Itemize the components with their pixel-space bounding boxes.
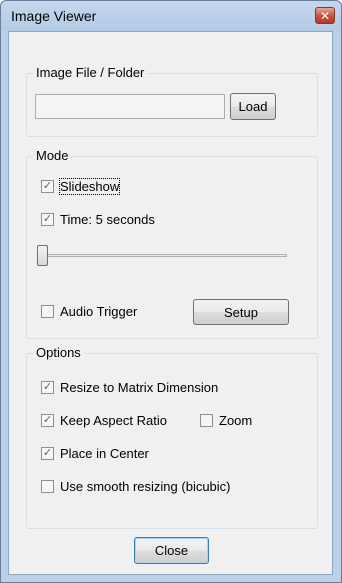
mode-group: Mode ✓ Slideshow ✓ Time: 5 seconds Audio…: [26, 148, 318, 339]
close-icon: ✕: [319, 8, 331, 23]
center-checkbox[interactable]: ✓: [41, 446, 54, 460]
audio-trigger-checkbox-row[interactable]: Audio Trigger: [41, 303, 137, 319]
time-checkbox[interactable]: ✓: [41, 212, 54, 226]
smooth-checkbox-row[interactable]: Use smooth resizing (bicubic): [41, 478, 231, 494]
image-viewer-window: Image Viewer ✕ Image File / Folder Load …: [0, 0, 342, 583]
smooth-label: Use smooth resizing (bicubic): [60, 478, 231, 494]
center-label: Place in Center: [60, 445, 149, 461]
options-group-label: Options: [33, 345, 84, 361]
image-file-group-label: Image File / Folder: [33, 65, 148, 81]
close-button[interactable]: Close: [134, 537, 209, 564]
keep-aspect-checkbox[interactable]: ✓: [41, 413, 54, 427]
center-checkbox-row[interactable]: ✓ Place in Center: [41, 445, 149, 461]
audio-trigger-checkbox[interactable]: [41, 304, 54, 318]
title-bar[interactable]: Image Viewer ✕: [1, 1, 341, 31]
time-slider-track[interactable]: [37, 254, 287, 257]
slideshow-checkbox[interactable]: ✓: [41, 179, 54, 193]
setup-button[interactable]: Setup: [193, 299, 289, 325]
keep-aspect-checkbox-row[interactable]: ✓ Keep Aspect Ratio: [41, 412, 167, 428]
keep-aspect-label: Keep Aspect Ratio: [60, 412, 167, 428]
smooth-checkbox[interactable]: [41, 479, 54, 493]
time-label: Time: 5 seconds: [60, 211, 155, 227]
mode-group-label: Mode: [33, 148, 72, 164]
resize-label: Resize to Matrix Dimension: [60, 379, 219, 395]
image-path-field[interactable]: [35, 94, 225, 119]
zoom-checkbox[interactable]: [200, 413, 213, 427]
resize-checkbox-row[interactable]: ✓ Resize to Matrix Dimension: [41, 379, 218, 395]
zoom-checkbox-row[interactable]: Zoom: [200, 412, 252, 428]
load-button[interactable]: Load: [230, 93, 276, 120]
time-checkbox-row[interactable]: ✓ Time: 5 seconds: [41, 211, 155, 227]
dialog-body: Image File / Folder Load Mode ✓ Slidesho…: [8, 31, 333, 575]
slideshow-checkbox-row[interactable]: ✓ Slideshow: [41, 177, 121, 195]
zoom-label: Zoom: [219, 412, 253, 428]
resize-checkbox[interactable]: ✓: [41, 380, 54, 394]
window-close-button[interactable]: ✕: [315, 7, 335, 24]
options-group: Options ✓ Resize to Matrix Dimension ✓ K…: [26, 345, 318, 529]
time-slider-thumb[interactable]: [37, 245, 48, 266]
window-title: Image Viewer: [11, 8, 97, 24]
audio-trigger-label: Audio Trigger: [60, 303, 138, 319]
image-file-group: Image File / Folder Load: [26, 65, 318, 137]
slideshow-label: Slideshow: [58, 177, 121, 195]
